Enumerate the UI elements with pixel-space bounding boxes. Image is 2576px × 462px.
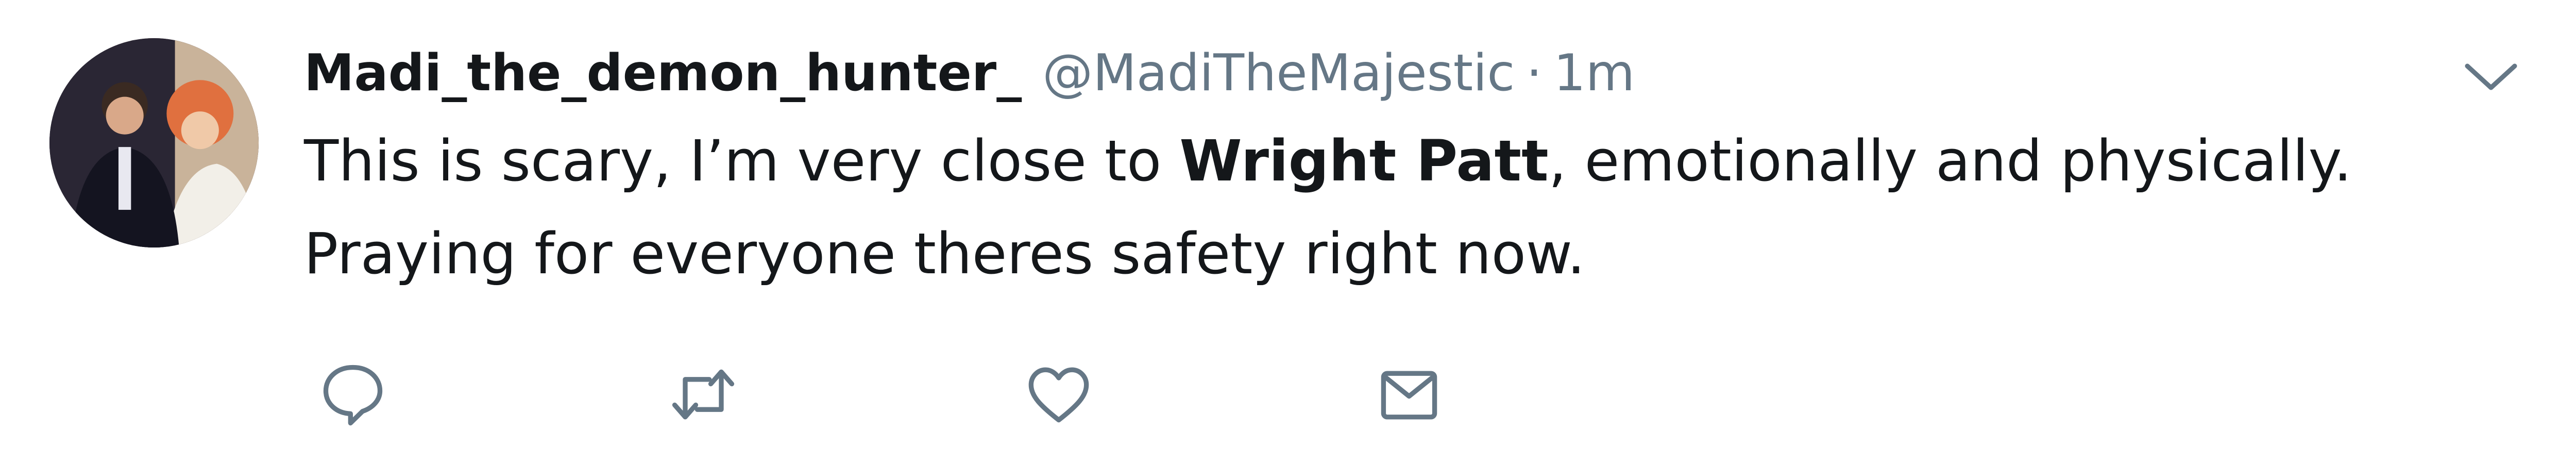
chevron-down-icon[interactable] <box>2460 54 2522 100</box>
tweet-actions <box>309 351 1494 438</box>
tweet-text-bold: Wright Patt <box>1179 128 1549 194</box>
tweet-text-part: This is scary, I’m very close to <box>304 128 1180 194</box>
heart-icon <box>1028 367 1089 423</box>
reply-bubble-icon <box>323 365 383 426</box>
avatar[interactable] <box>49 38 259 248</box>
direct-message-button[interactable] <box>1365 351 1453 438</box>
reply-button[interactable] <box>309 351 397 438</box>
avatar-image <box>49 38 259 248</box>
like-button[interactable] <box>1015 351 1103 438</box>
tweet-card[interactable]: Madi_the_demon_hunter_ @MadiTheMajestic … <box>0 0 2576 462</box>
retweet-button[interactable] <box>659 351 747 438</box>
envelope-icon <box>1381 371 1437 420</box>
header-separator: · <box>1526 44 1543 103</box>
tweet-text: This is scary, I’m very close to Wright … <box>304 114 2550 300</box>
tweet-header: Madi_the_demon_hunter_ @MadiTheMajestic … <box>304 32 1635 114</box>
retweet-icon <box>672 369 735 420</box>
tweet-timestamp[interactable]: 1m <box>1553 44 1635 103</box>
display-name[interactable]: Madi_the_demon_hunter_ <box>304 44 1022 103</box>
user-handle[interactable]: @MadiTheMajestic <box>1042 44 1515 103</box>
